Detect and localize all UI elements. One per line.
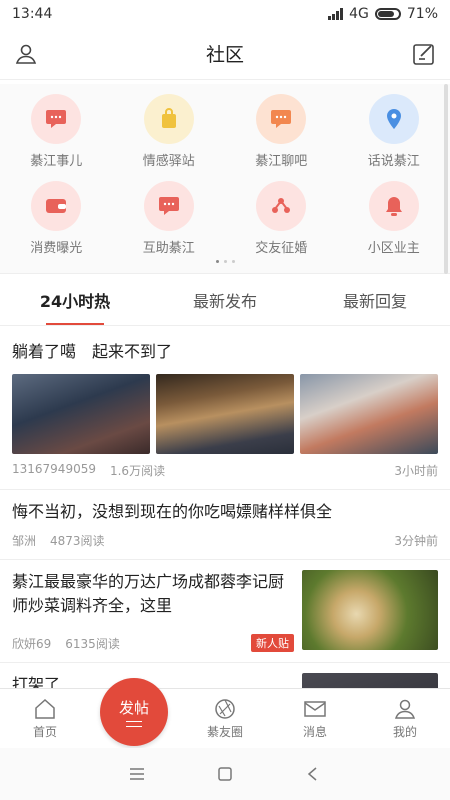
nav-label: 我的	[392, 725, 417, 739]
category-panel: 綦江事儿 情感驿站 綦江聊吧 话说綦江消费曝光 互助綦江 交友征婚 小区业主	[0, 84, 450, 274]
category-item[interactable]: 话说綦江	[338, 94, 450, 169]
home-square-icon[interactable]	[216, 765, 234, 783]
feed-tabs: 24小时热 最新发布 最新回复	[0, 282, 450, 326]
category-label: 话说綦江	[367, 154, 420, 169]
category-label: 小区业主	[367, 241, 420, 256]
post-item[interactable]: 打架了	[0, 663, 450, 688]
category-label: 綦江事儿	[30, 154, 83, 169]
post-feed[interactable]: 躺着了噶 起来不到了 13167949059 1.6万阅读 3小时前 悔不当初，…	[0, 330, 450, 688]
post-title: 悔不当初，没想到现在的你吃喝嫖赌样样俱全	[12, 502, 333, 521]
user-profile-icon[interactable]	[14, 42, 38, 66]
post-image-row	[12, 374, 438, 454]
category-label: 綦江聊吧	[255, 154, 308, 169]
system-nav-bar	[0, 748, 450, 800]
post-meta: 欣妍69 6135阅读 新人贴	[12, 634, 294, 652]
category-item[interactable]: 情感驿站	[113, 94, 226, 169]
nav-me[interactable]: 我的	[360, 689, 450, 748]
chat-icon	[143, 181, 194, 231]
category-item[interactable]: 小区业主	[338, 181, 450, 256]
post-image	[300, 374, 438, 454]
new-post-label: 发帖	[118, 699, 149, 717]
network-type: 4G	[349, 6, 369, 22]
post-reads: 4873阅读	[50, 534, 105, 548]
post-meta: 13167949059 1.6万阅读 3小时前	[12, 462, 438, 479]
post-item[interactable]: 綦江最最豪华的万达广场成都蓉李记厨师炒菜调料齐全，这里 欣妍69 6135阅读 …	[0, 560, 450, 663]
battery-icon	[374, 8, 401, 20]
aperture-icon	[215, 699, 235, 719]
category-item[interactable]: 互助綦江	[113, 181, 226, 256]
post-author: 邹洲	[12, 534, 37, 548]
new-post-badge: 新人贴	[251, 634, 294, 652]
post-image	[12, 374, 150, 454]
post-time: 3分钟前	[394, 534, 438, 548]
battery-level: 71%	[406, 6, 438, 22]
category-item[interactable]: 消费曝光	[0, 181, 113, 256]
category-label: 情感驿站	[142, 154, 195, 169]
tab-0[interactable]: 24小时热	[0, 282, 150, 325]
category-label: 消费曝光	[30, 241, 83, 256]
status-time: 13:44	[12, 6, 53, 22]
signal-icon	[328, 8, 344, 20]
category-item[interactable]: 綦江事儿	[0, 94, 113, 169]
post-thumbnail	[302, 673, 438, 688]
category-grid: 綦江事儿 情感驿站 綦江聊吧 话说綦江消费曝光 互助綦江 交友征婚 小区业主	[0, 94, 450, 256]
compose-icon[interactable]	[412, 42, 436, 66]
category-item[interactable]: 綦江聊吧	[225, 94, 338, 169]
nav-label: 消息	[302, 725, 327, 739]
chat-icon	[256, 94, 307, 144]
nav-label: 首页	[32, 725, 57, 739]
post-time: 3小时前	[394, 464, 438, 478]
tab-1[interactable]: 最新发布	[150, 282, 300, 325]
scrollbar[interactable]	[444, 84, 448, 274]
post-image	[156, 374, 294, 454]
share-icon	[256, 181, 307, 231]
category-label: 互助綦江	[142, 241, 195, 256]
page-indicator	[0, 260, 450, 263]
tab-2[interactable]: 最新回复	[300, 282, 450, 325]
nav-label: 綦友圈	[206, 725, 243, 739]
post-author: 13167949059	[12, 462, 96, 476]
page-title: 社区	[205, 44, 244, 66]
bell-icon	[368, 181, 419, 231]
back-icon[interactable]	[304, 765, 322, 783]
app-header: 社区	[0, 28, 450, 80]
post-title: 躺着了噶 起来不到了	[12, 342, 173, 361]
post-item[interactable]: 悔不当初，没想到现在的你吃喝嫖赌样样俱全 邹洲 4873阅读 3分钟前	[0, 490, 450, 560]
status-bar: 13:44 4G 71%	[0, 0, 450, 28]
post-title: 綦江最最豪华的万达广场成都蓉李记厨师炒菜调料齐全，这里	[12, 572, 285, 615]
post-meta: 邹洲 4873阅读 3分钟前	[12, 532, 438, 549]
post-reads: 6135阅读	[65, 636, 120, 651]
post-thumbnail	[302, 570, 438, 650]
post-reads: 1.6万阅读	[109, 464, 166, 478]
nav-home[interactable]: 首页	[0, 689, 90, 748]
category-item[interactable]: 交友征婚	[225, 181, 338, 256]
menu-lines-icon	[126, 721, 142, 727]
chat-icon	[31, 94, 82, 144]
user-icon	[394, 699, 416, 719]
recent-apps-icon[interactable]	[128, 765, 146, 783]
new-post-button[interactable]: 发帖	[100, 678, 168, 746]
nav-messages[interactable]: 消息	[270, 689, 360, 748]
home-icon	[35, 698, 55, 719]
post-author: 欣妍69	[12, 636, 52, 651]
mail-icon	[304, 701, 326, 717]
wallet-icon	[31, 181, 82, 231]
post-item[interactable]: 躺着了噶 起来不到了 13167949059 1.6万阅读 3小时前	[0, 330, 450, 490]
nav-friends-circle[interactable]: 綦友圈	[180, 689, 270, 748]
bottom-nav: 首页 綦友圈 消息 我的	[0, 688, 450, 748]
location-icon	[368, 94, 419, 144]
bag-icon	[143, 94, 194, 144]
category-label: 交友征婚	[255, 241, 308, 256]
